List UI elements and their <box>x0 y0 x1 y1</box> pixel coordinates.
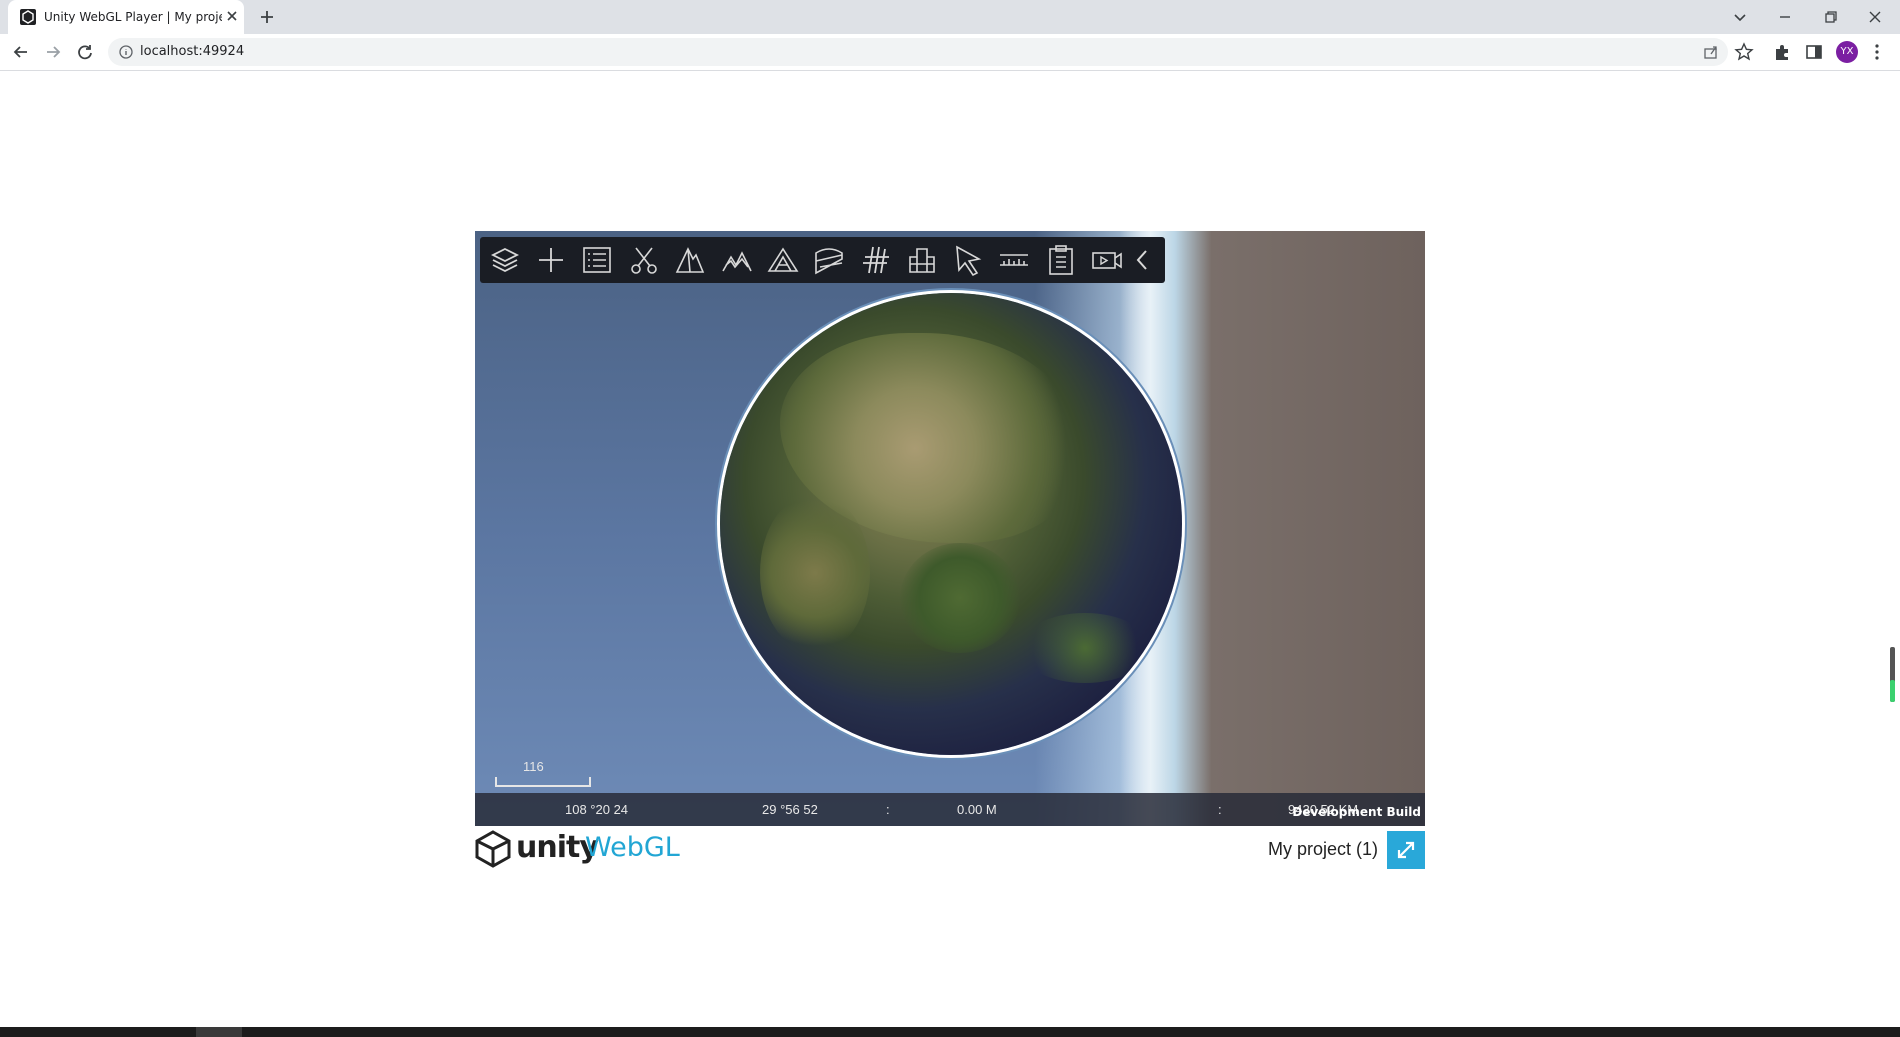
profile-avatar[interactable]: YX <box>1836 41 1858 63</box>
profile-icon[interactable] <box>812 243 846 277</box>
video-icon[interactable] <box>1090 243 1124 277</box>
bookmark-star-icon[interactable] <box>1733 41 1755 63</box>
address-bar[interactable]: localhost:49924 <box>108 38 1728 66</box>
longitude-readout: 108 °20 24 <box>565 802 629 817</box>
close-window-icon[interactable] <box>1862 4 1888 30</box>
building-icon[interactable] <box>905 243 939 277</box>
ruler-icon[interactable] <box>997 243 1031 277</box>
reload-icon[interactable] <box>74 41 96 63</box>
minimize-icon[interactable] <box>1772 4 1798 30</box>
browser-toolbar: localhost:49924 YX <box>0 34 1900 71</box>
share-icon[interactable] <box>1702 43 1720 61</box>
mountain-outline-icon[interactable] <box>673 243 707 277</box>
land-west <box>760 493 870 653</box>
webgl-wordmark: WebGL <box>585 832 680 863</box>
extensions-icon[interactable] <box>1771 41 1793 63</box>
wind-icon[interactable] <box>859 243 893 277</box>
list-icon[interactable] <box>580 243 614 277</box>
earth-globe[interactable] <box>720 293 1182 755</box>
land-islands <box>1020 613 1150 683</box>
tab-search-chevron-icon[interactable] <box>1727 4 1753 30</box>
back-icon[interactable] <box>10 41 32 63</box>
clipboard-icon[interactable] <box>1044 243 1078 277</box>
fullscreen-icon <box>1397 841 1415 859</box>
scissors-icon[interactable] <box>627 243 661 277</box>
scale-label: 116 <box>523 759 544 774</box>
os-taskbar <box>0 1027 1900 1037</box>
cursor-icon[interactable] <box>951 243 985 277</box>
tab-title: Unity WebGL Player | My project (1) <box>44 10 222 24</box>
slope-icon[interactable] <box>766 243 800 277</box>
browser-tab[interactable]: Unity WebGL Player | My project (1) <box>8 0 244 34</box>
more-menu-icon[interactable] <box>1866 41 1888 63</box>
url-text: localhost:49924 <box>140 44 245 59</box>
tab-strip: Unity WebGL Player | My project (1) <box>0 0 1900 34</box>
restore-icon[interactable] <box>1818 4 1844 30</box>
separator: : <box>886 802 890 817</box>
chevron-left-icon[interactable] <box>1130 243 1154 277</box>
taskbar-item[interactable] <box>196 1027 242 1037</box>
latitude-readout: 29 °56 52 <box>762 802 818 817</box>
forward-icon[interactable] <box>42 41 64 63</box>
tab-close-icon[interactable] <box>222 6 242 26</box>
separator: : <box>1218 802 1222 817</box>
project-name: My project (1) <box>1268 839 1379 859</box>
scroll-indicator-thumb[interactable] <box>1890 680 1895 702</box>
unity-logo-icon <box>475 830 511 868</box>
plus-icon[interactable] <box>534 243 568 277</box>
land-southeast-asia <box>900 543 1020 653</box>
status-bar: 108 °20 24 29 °56 52 : 0.00 M : 9420.52 … <box>475 793 1425 826</box>
side-panel-icon[interactable] <box>1803 41 1825 63</box>
fullscreen-button[interactable] <box>1387 831 1425 869</box>
layers-icon[interactable] <box>488 243 522 277</box>
unity-favicon-icon <box>20 9 36 25</box>
site-info-icon[interactable] <box>118 44 134 60</box>
gis-toolbar <box>480 237 1165 283</box>
scale-bar <box>495 777 591 787</box>
elevation-readout: 0.00 M <box>957 802 997 817</box>
unity-canvas[interactable]: 116 108 °20 24 29 °56 52 : 0.00 M : 9420… <box>475 231 1425 826</box>
new-tab-icon[interactable] <box>256 6 278 28</box>
terrain-icon[interactable] <box>720 243 754 277</box>
development-build-label: Development Build <box>1292 805 1421 819</box>
